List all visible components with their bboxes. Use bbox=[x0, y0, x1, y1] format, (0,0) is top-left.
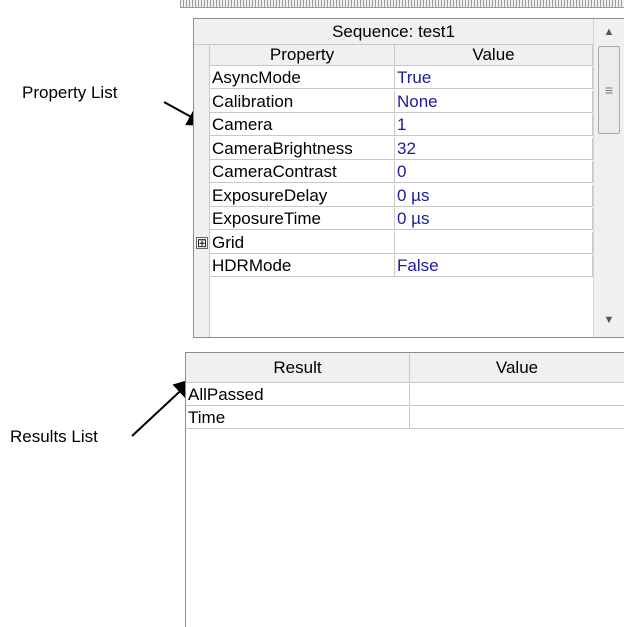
result-value-column-header[interactable]: Value bbox=[410, 353, 624, 383]
property-name-cell[interactable]: Calibration bbox=[210, 91, 395, 113]
expand-plus-icon[interactable]: ⊞ bbox=[196, 237, 208, 249]
splitter-grip[interactable] bbox=[180, 0, 624, 8]
results-grid: Result Value AllPassed Time bbox=[185, 352, 624, 627]
value-column-header[interactable]: Value bbox=[395, 45, 593, 66]
property-value-cell[interactable]: 0 µs bbox=[395, 208, 593, 230]
scroll-up-icon[interactable]: ▲ bbox=[594, 19, 624, 45]
sequence-title: Sequence: test1 bbox=[194, 19, 593, 45]
property-name-cell[interactable]: AsyncMode bbox=[210, 67, 395, 89]
results-list-arrow bbox=[131, 378, 194, 437]
property-grid: Sequence: test1 Property Value AsyncMode… bbox=[193, 18, 624, 338]
property-name-cell[interactable]: CameraContrast bbox=[210, 161, 395, 183]
property-value-cell[interactable]: False bbox=[395, 255, 593, 277]
scroll-down-icon[interactable]: ▼ bbox=[594, 307, 624, 333]
property-value-cell[interactable]: 0 µs bbox=[395, 185, 593, 207]
property-value-cell[interactable]: 0 bbox=[395, 161, 593, 183]
property-name-cell[interactable]: CameraBrightness bbox=[210, 138, 395, 160]
property-column-header[interactable]: Property bbox=[210, 45, 395, 66]
property-name-cell[interactable]: Camera bbox=[210, 114, 395, 136]
result-column-header[interactable]: Result bbox=[186, 353, 410, 383]
property-name-cell[interactable]: ExposureDelay bbox=[210, 185, 395, 207]
row-gutter bbox=[194, 45, 210, 337]
property-scrollbar[interactable]: ▲ ≡ ▼ bbox=[593, 19, 624, 337]
result-value-cell[interactable] bbox=[410, 407, 624, 429]
result-name-cell[interactable]: AllPassed bbox=[186, 384, 410, 406]
property-value-cell[interactable] bbox=[395, 232, 593, 254]
property-value-cell[interactable]: None bbox=[395, 91, 593, 113]
property-name-cell[interactable]: ExposureTime bbox=[210, 208, 395, 230]
property-value-cell[interactable]: True bbox=[395, 67, 593, 89]
result-value-cell[interactable] bbox=[410, 384, 624, 406]
property-name-cell[interactable]: Grid bbox=[210, 232, 395, 254]
property-value-cell[interactable]: 32 bbox=[395, 138, 593, 160]
result-name-cell[interactable]: Time bbox=[186, 407, 410, 429]
scroll-thumb[interactable]: ≡ bbox=[598, 46, 620, 134]
thumb-grip-icon: ≡ bbox=[604, 82, 614, 98]
property-name-cell[interactable]: HDRMode bbox=[210, 255, 395, 277]
property-value-cell[interactable]: 1 bbox=[395, 114, 593, 136]
